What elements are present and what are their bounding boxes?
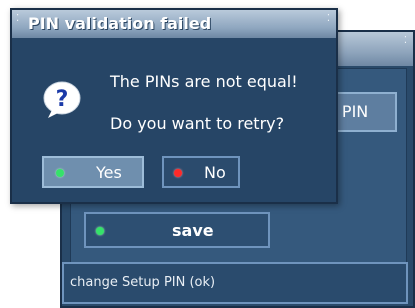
dialog-title: PIN validation failed	[28, 14, 212, 33]
corner-decoration-icon: ⁚	[16, 13, 20, 24]
status-text: change Setup PIN (ok)	[70, 275, 216, 290]
svg-text:?: ?	[56, 87, 69, 112]
corner-decoration-icon: ⁚	[403, 35, 407, 46]
dialog-titlebar: ⁚ PIN validation failed ⁚	[12, 10, 336, 38]
save-button-label: save	[172, 221, 214, 240]
no-button[interactable]: No	[162, 156, 240, 188]
dialog-message-line2: Do you want to retry?	[110, 114, 285, 133]
pin-validation-dialog: ⁚ PIN validation failed ⁚ ? The PINs are…	[10, 8, 338, 204]
corner-decoration-icon: ⁚	[326, 13, 330, 24]
status-bar: change Setup PIN (ok)	[62, 262, 408, 304]
green-dot-icon	[96, 227, 104, 235]
red-dot-icon	[174, 169, 182, 177]
green-dot-icon	[56, 169, 64, 177]
dialog-message-line1: The PINs are not equal!	[110, 72, 298, 91]
question-icon: ?	[43, 81, 81, 118]
yes-button[interactable]: Yes	[42, 156, 144, 188]
yes-button-label: Yes	[96, 163, 122, 182]
save-button[interactable]: save	[84, 212, 270, 248]
no-button-label: No	[204, 163, 226, 182]
